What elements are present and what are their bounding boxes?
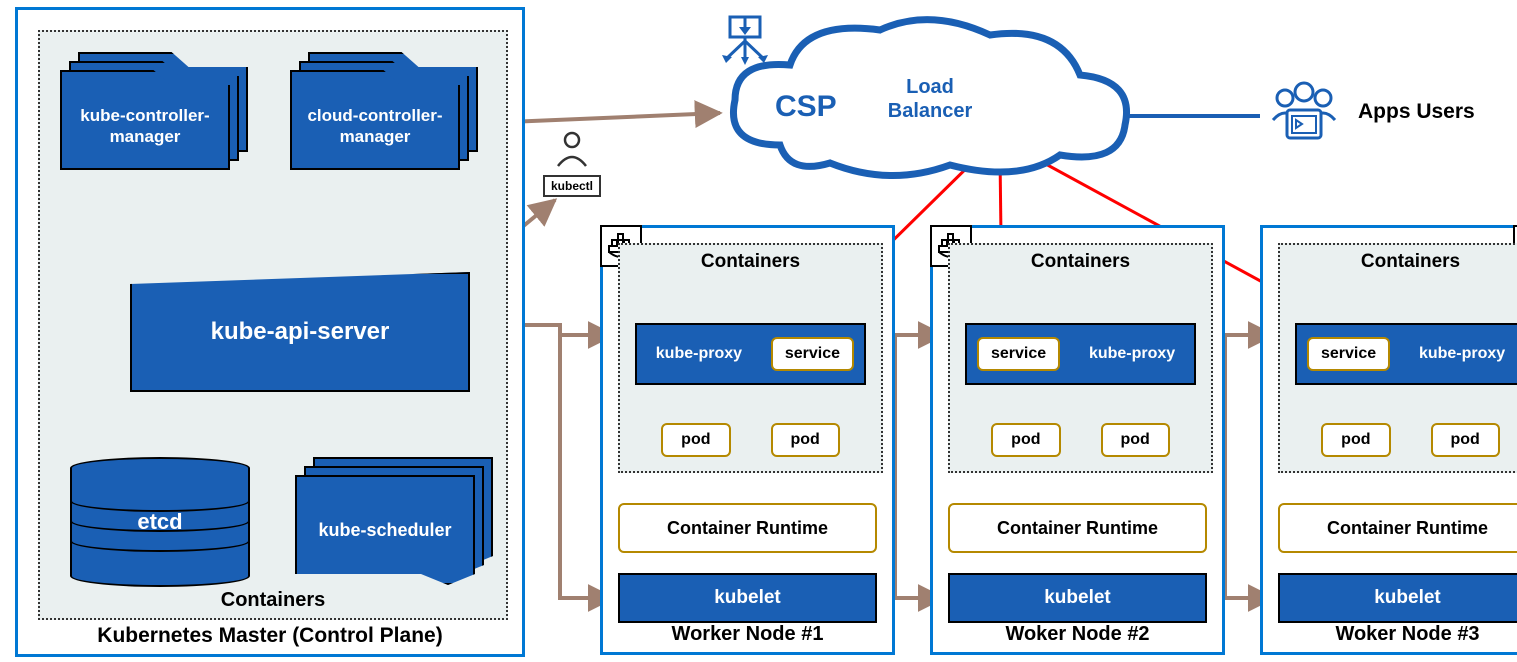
person-icon (552, 130, 592, 168)
apps-users: Apps Users (1265, 80, 1475, 145)
kubelet: kubelet (618, 573, 877, 623)
kubectl-actor: kubectl (543, 130, 601, 197)
etcd: etcd (70, 457, 250, 587)
pod-row: pod pod (965, 423, 1196, 457)
cloud-csp: CSP Load Balancer (720, 15, 1140, 185)
pod-box: pod (991, 423, 1060, 457)
container-runtime: Container Runtime (1278, 503, 1517, 553)
load-balancer-icon (720, 15, 770, 65)
kubelet: kubelet (948, 573, 1207, 623)
kube-controller-manager: kube-controller-manager (60, 52, 250, 172)
kube-proxy-label: kube-proxy (637, 345, 761, 363)
worker-containers-label: Containers (950, 251, 1211, 273)
kubelet: kubelet (1278, 573, 1517, 623)
worker-containers-label: Containers (1280, 251, 1517, 273)
cloud-controller-manager: cloud-controller-manager (290, 52, 480, 172)
worker-title-2: Woker Node #2 (933, 623, 1222, 646)
kube-proxy-row: service kube-proxy (965, 323, 1196, 385)
kube-api-server: kube-api-server (130, 272, 470, 392)
kube-proxy-label: kube-proxy (1070, 345, 1194, 363)
apps-users-label: Apps Users (1358, 99, 1475, 125)
csp-label: CSP (775, 90, 837, 124)
pod-box: pod (1101, 423, 1170, 457)
container-runtime: Container Runtime (618, 503, 877, 553)
pod-box: pod (771, 423, 840, 457)
worker-containers-2: Containers service kube-proxy pod pod (948, 243, 1213, 473)
kubernetes-master-panel: Kubernetes Master (Control Plane) Contai… (15, 7, 525, 657)
pod-row: pod pod (635, 423, 866, 457)
kubectl-label: kubectl (543, 175, 601, 197)
service-box: service (1307, 337, 1390, 371)
kube-scheduler: kube-scheduler (295, 457, 495, 587)
pod-box: pod (1321, 423, 1390, 457)
pod-box: pod (661, 423, 730, 457)
master-containers-label: Containers (40, 589, 506, 612)
worker-title-3: Woker Node #3 (1263, 623, 1517, 646)
pod-row: pod pod (1295, 423, 1517, 457)
pod-box: pod (1431, 423, 1500, 457)
worker-containers-1: Containers kube-proxy service pod pod (618, 243, 883, 473)
container-runtime: Container Runtime (948, 503, 1207, 553)
master-title: Kubernetes Master (Control Plane) (18, 624, 522, 648)
kube-proxy-row: service kube-proxy (1295, 323, 1517, 385)
users-icon (1265, 80, 1343, 145)
load-balancer-label: Load Balancer (885, 75, 975, 123)
kube-proxy-row: kube-proxy service (635, 323, 866, 385)
worker-containers-label: Containers (620, 251, 881, 273)
worker-node-2: Woker Node #2 Containers service kube-pr… (930, 225, 1225, 655)
service-box: service (771, 337, 854, 371)
worker-title-1: Worker Node #1 (603, 623, 892, 646)
worker-node-3: Woker Node #3 Containers service kube-pr… (1260, 225, 1517, 655)
service-box: service (977, 337, 1060, 371)
master-containers-panel: Containers kube-controller-manager cloud… (38, 30, 508, 620)
kube-proxy-label: kube-proxy (1400, 345, 1517, 363)
worker-containers-3: Containers service kube-proxy pod pod (1278, 243, 1517, 473)
worker-node-1: Worker Node #1 Containers kube-proxy ser… (600, 225, 895, 655)
